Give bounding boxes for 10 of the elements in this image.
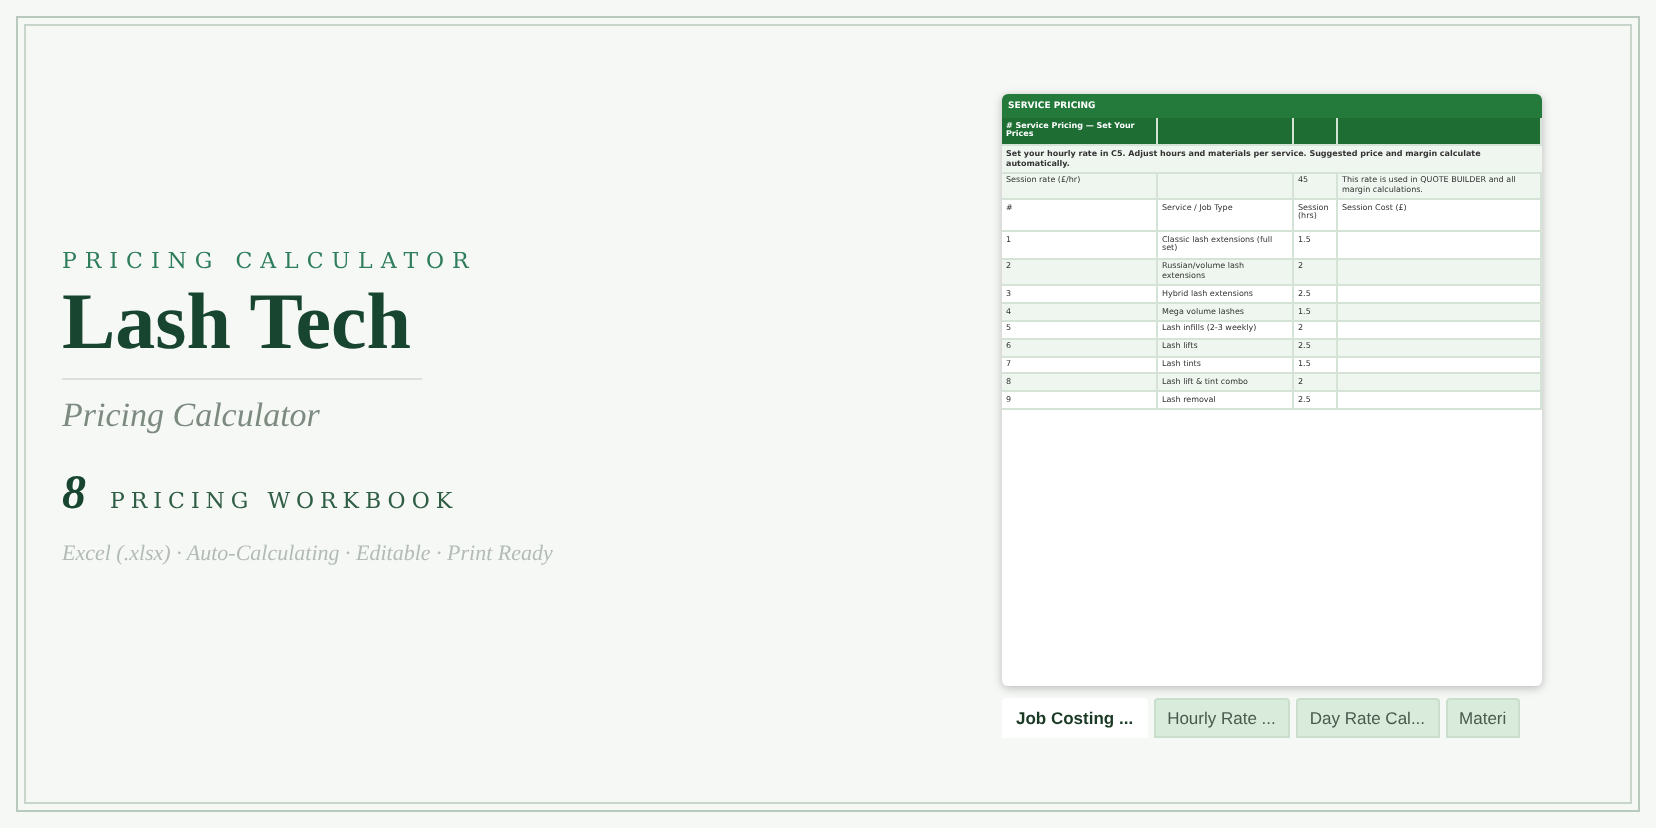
sheet-tab[interactable]: Day Rate Cal...	[1295, 698, 1440, 738]
sheet-tab[interactable]: Job Costing ...	[1002, 698, 1148, 738]
feature-list: Excel (.xlsx) · Auto-Calculating · Editable · Print Ready	[62, 542, 662, 566]
count-label: PRICING WORKBOOK	[110, 488, 459, 514]
sheet-tab[interactable]: Hourly Rate ...	[1153, 698, 1290, 738]
sheet-count: 8	[62, 468, 86, 522]
product-subtitle: Pricing Calculator	[62, 396, 322, 436]
product-title: Lash Tech	[62, 278, 414, 366]
eyebrow-text: PRICING CALCULATOR	[62, 248, 479, 274]
sheet-tab[interactable]: Materi	[1445, 698, 1521, 738]
